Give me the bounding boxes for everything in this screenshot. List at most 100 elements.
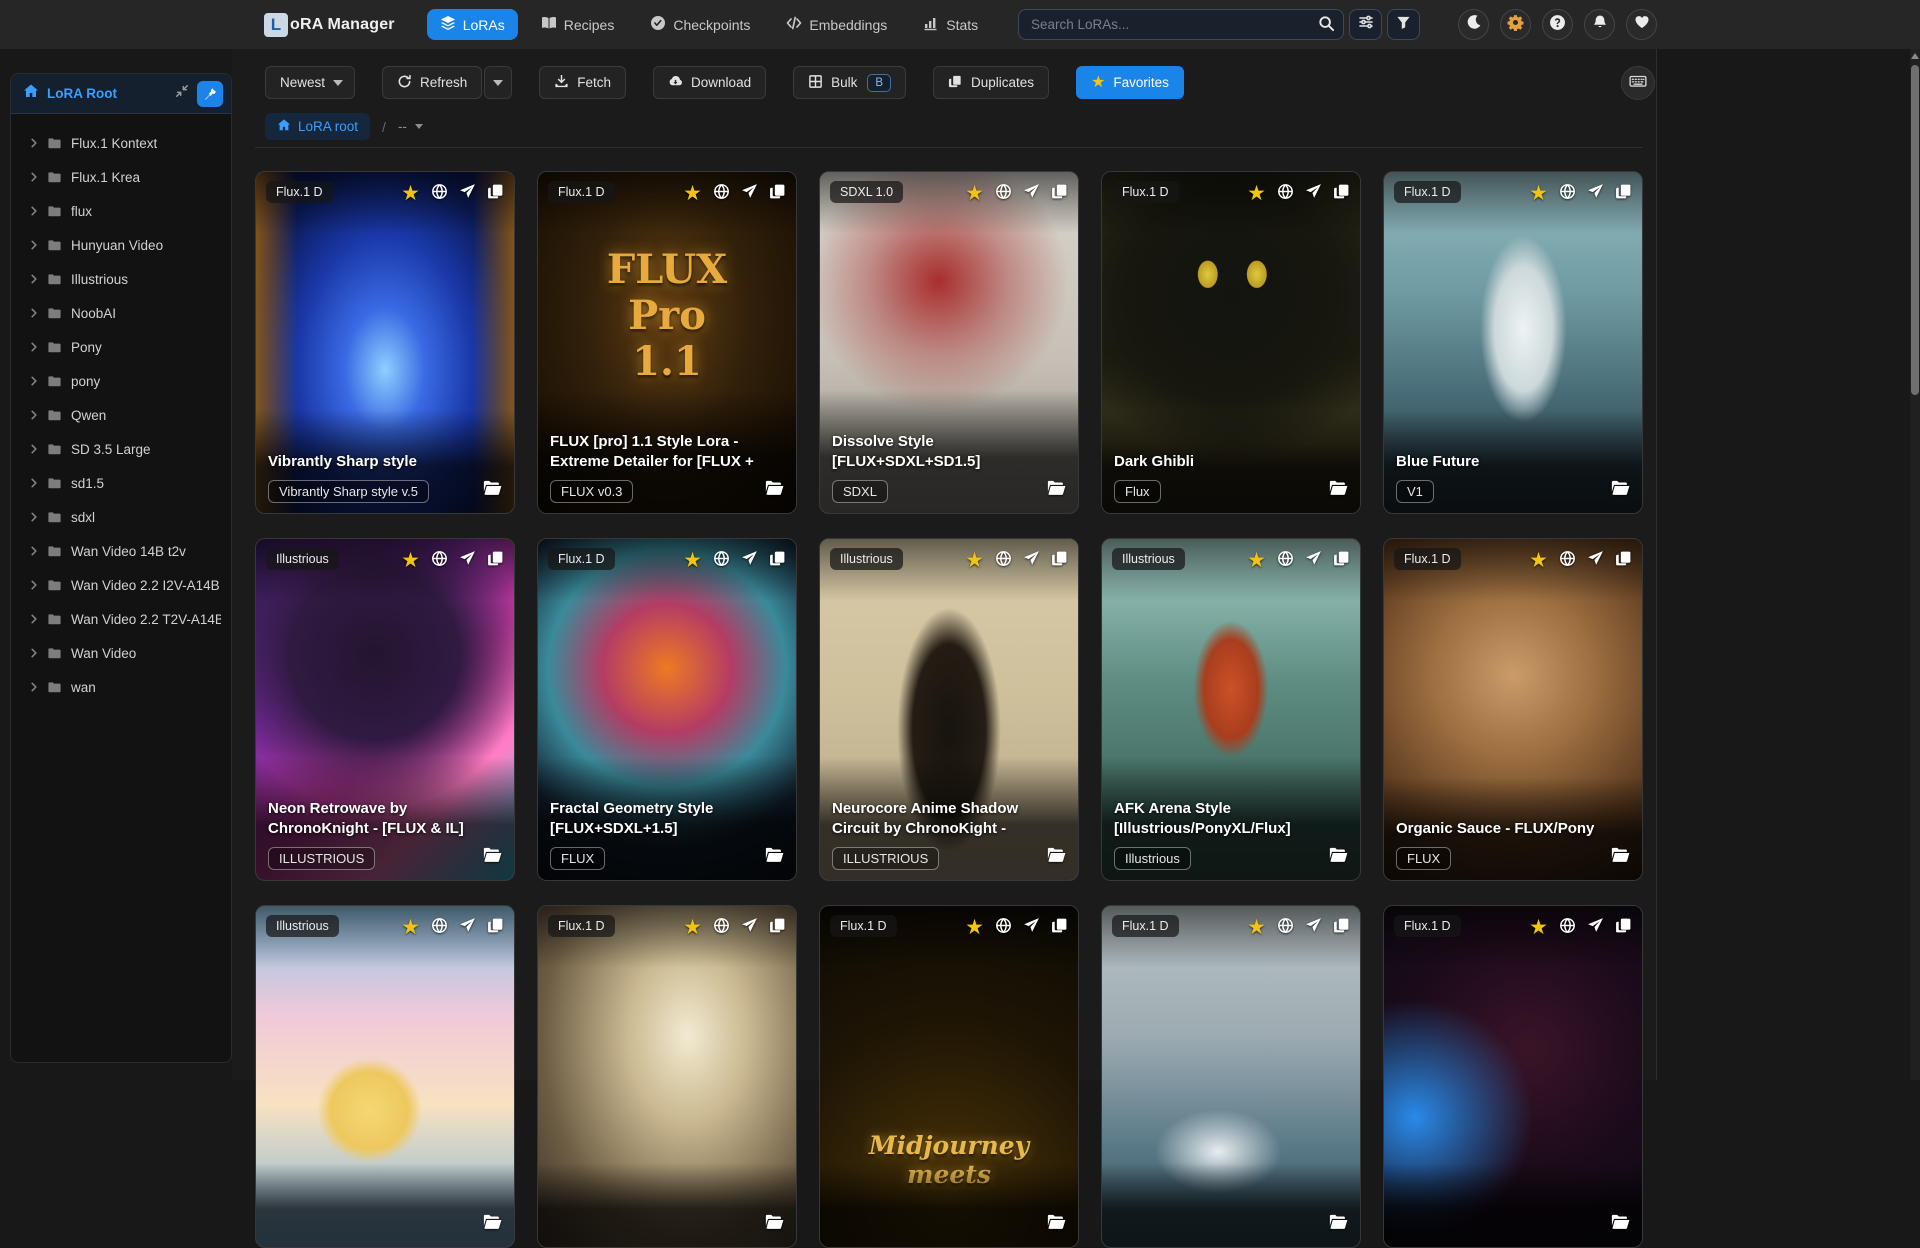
search-input[interactable] xyxy=(1018,9,1344,40)
folder-tree-item[interactable]: Pony xyxy=(11,330,231,364)
folder-tree-item[interactable]: Wan Video 2.2 I2V-A14B xyxy=(11,568,231,602)
copy-icon[interactable] xyxy=(1051,550,1068,572)
folder-open-icon[interactable] xyxy=(1046,1212,1066,1237)
lora-card[interactable]: Flux.1 D ★ Vibrantly Sharp style Vibrant… xyxy=(255,171,515,514)
chevron-right-icon[interactable] xyxy=(29,138,39,148)
chevron-right-icon[interactable] xyxy=(29,682,39,692)
favorite-star-icon[interactable]: ★ xyxy=(1247,917,1266,938)
send-icon[interactable] xyxy=(1587,550,1604,572)
lora-card[interactable]: Flux.1 D ★ xyxy=(1101,905,1361,1248)
version-pill[interactable]: Vibrantly Sharp style v.5 xyxy=(268,480,429,503)
lora-card[interactable]: Illustrious ★ Neon Retrowave by ChronoKn… xyxy=(255,538,515,881)
folder-tree-item[interactable]: Illustrious xyxy=(11,262,231,296)
favorite-star-icon[interactable]: ★ xyxy=(1247,550,1266,571)
favorite-star-icon[interactable]: ★ xyxy=(683,183,702,204)
copy-icon[interactable] xyxy=(487,917,504,939)
send-icon[interactable] xyxy=(741,183,758,205)
globe-icon[interactable] xyxy=(713,550,730,572)
version-pill[interactable]: Flux xyxy=(1114,480,1161,503)
folder-open-icon[interactable] xyxy=(1328,1212,1348,1237)
globe-icon[interactable] xyxy=(713,183,730,205)
version-pill[interactable]: ILLUSTRIOUS xyxy=(832,847,940,870)
keyboard-shortcuts-button[interactable] xyxy=(1621,66,1655,100)
lora-card[interactable]: Flux.1 D ★ Organic Sauce - FLUX/Pony FLU… xyxy=(1383,538,1643,881)
favorite-star-icon[interactable]: ★ xyxy=(683,917,702,938)
lora-card[interactable]: Flux.1 D ★ Blue Future V1 xyxy=(1383,171,1643,514)
folder-open-icon[interactable] xyxy=(764,478,784,503)
globe-icon[interactable] xyxy=(1277,183,1294,205)
nav-tab-checkpoints[interactable]: Checkpoints xyxy=(637,9,763,40)
lora-card[interactable]: Illustrious ★ xyxy=(255,905,515,1248)
scrollbar-up-arrow[interactable] xyxy=(1911,53,1919,59)
version-pill[interactable]: SDXL xyxy=(832,480,888,503)
copy-icon[interactable] xyxy=(1615,183,1632,205)
globe-icon[interactable] xyxy=(431,917,448,939)
folder-tree-item[interactable]: sd1.5 xyxy=(11,466,231,500)
chevron-right-icon[interactable] xyxy=(29,342,39,352)
copy-icon[interactable] xyxy=(1333,917,1350,939)
folder-tree-item[interactable]: flux xyxy=(11,194,231,228)
chevron-right-icon[interactable] xyxy=(29,580,39,590)
folder-open-icon[interactable] xyxy=(1328,845,1348,870)
lora-card[interactable]: Flux.1 D ★ Dark Ghibli Flux xyxy=(1101,171,1361,514)
folder-open-icon[interactable] xyxy=(764,845,784,870)
refresh-button[interactable]: Refresh xyxy=(382,66,483,99)
version-pill[interactable]: ILLUSTRIOUS xyxy=(268,847,376,870)
globe-icon[interactable] xyxy=(1559,183,1576,205)
lora-card[interactable]: Flux.1 D ★ xyxy=(537,905,797,1248)
breadcrumb-current[interactable]: -- xyxy=(398,119,423,134)
folder-open-icon[interactable] xyxy=(1610,845,1630,870)
version-pill[interactable]: V1 xyxy=(1396,480,1434,503)
send-icon[interactable] xyxy=(1587,917,1604,939)
sidebar-header[interactable]: LoRA Root xyxy=(11,74,231,114)
folder-open-icon[interactable] xyxy=(482,845,502,870)
copy-icon[interactable] xyxy=(1051,917,1068,939)
favorite-star-icon[interactable]: ★ xyxy=(401,183,420,204)
send-icon[interactable] xyxy=(459,550,476,572)
chevron-right-icon[interactable] xyxy=(29,172,39,182)
folder-tree-item[interactable]: Wan Video xyxy=(11,636,231,670)
favorite-star-icon[interactable]: ★ xyxy=(965,550,984,571)
send-icon[interactable] xyxy=(1305,917,1322,939)
sort-select[interactable]: Newest xyxy=(265,66,355,99)
folder-tree-item[interactable]: Wan Video 2.2 T2V-A14B xyxy=(11,602,231,636)
favorite-star-icon[interactable]: ★ xyxy=(401,917,420,938)
globe-icon[interactable] xyxy=(995,183,1012,205)
folder-open-icon[interactable] xyxy=(1610,1212,1630,1237)
globe-icon[interactable] xyxy=(1277,550,1294,572)
folder-tree-item[interactable]: wan xyxy=(11,670,231,704)
filter-button[interactable] xyxy=(1387,9,1420,40)
favorite-star-icon[interactable]: ★ xyxy=(1529,183,1548,204)
globe-icon[interactable] xyxy=(431,183,448,205)
chevron-right-icon[interactable] xyxy=(29,444,39,454)
globe-icon[interactable] xyxy=(431,550,448,572)
lora-card[interactable]: SDXL 1.0 ★ Dissolve Style [FLUX+SDXL+SD1… xyxy=(819,171,1079,514)
chevron-right-icon[interactable] xyxy=(29,240,39,250)
page-scrollbar[interactable] xyxy=(1910,49,1920,1080)
copy-icon[interactable] xyxy=(1615,917,1632,939)
folder-tree-item[interactable]: Wan Video 14B t2v xyxy=(11,534,231,568)
favorite-star-icon[interactable]: ★ xyxy=(683,550,702,571)
breadcrumb-root[interactable]: LoRA root xyxy=(265,113,371,140)
globe-icon[interactable] xyxy=(713,917,730,939)
folder-tree-item[interactable]: Hunyuan Video xyxy=(11,228,231,262)
lora-card[interactable]: Illustrious ★ Neurocore Anime Shadow Cir… xyxy=(819,538,1079,881)
send-icon[interactable] xyxy=(741,917,758,939)
send-icon[interactable] xyxy=(741,550,758,572)
version-pill[interactable]: Illustrious xyxy=(1114,847,1191,870)
chevron-right-icon[interactable] xyxy=(29,478,39,488)
chevron-right-icon[interactable] xyxy=(29,648,39,658)
refresh-menu-button[interactable] xyxy=(484,66,513,99)
theme-toggle-button[interactable] xyxy=(1458,9,1489,40)
favorite-star-icon[interactable]: ★ xyxy=(965,183,984,204)
copy-icon[interactable] xyxy=(769,550,786,572)
send-icon[interactable] xyxy=(1023,917,1040,939)
duplicates-button[interactable]: Duplicates xyxy=(933,66,1050,99)
version-pill[interactable]: FLUX xyxy=(1396,847,1452,870)
download-button[interactable]: Download xyxy=(653,66,767,99)
folder-tree-item[interactable]: Flux.1 Krea xyxy=(11,160,231,194)
copy-icon[interactable] xyxy=(769,917,786,939)
scrollbar-thumb[interactable] xyxy=(1911,65,1919,395)
settings-button[interactable] xyxy=(1500,9,1531,40)
favorites-filter-button[interactable]: ★ Favorites xyxy=(1076,66,1184,99)
